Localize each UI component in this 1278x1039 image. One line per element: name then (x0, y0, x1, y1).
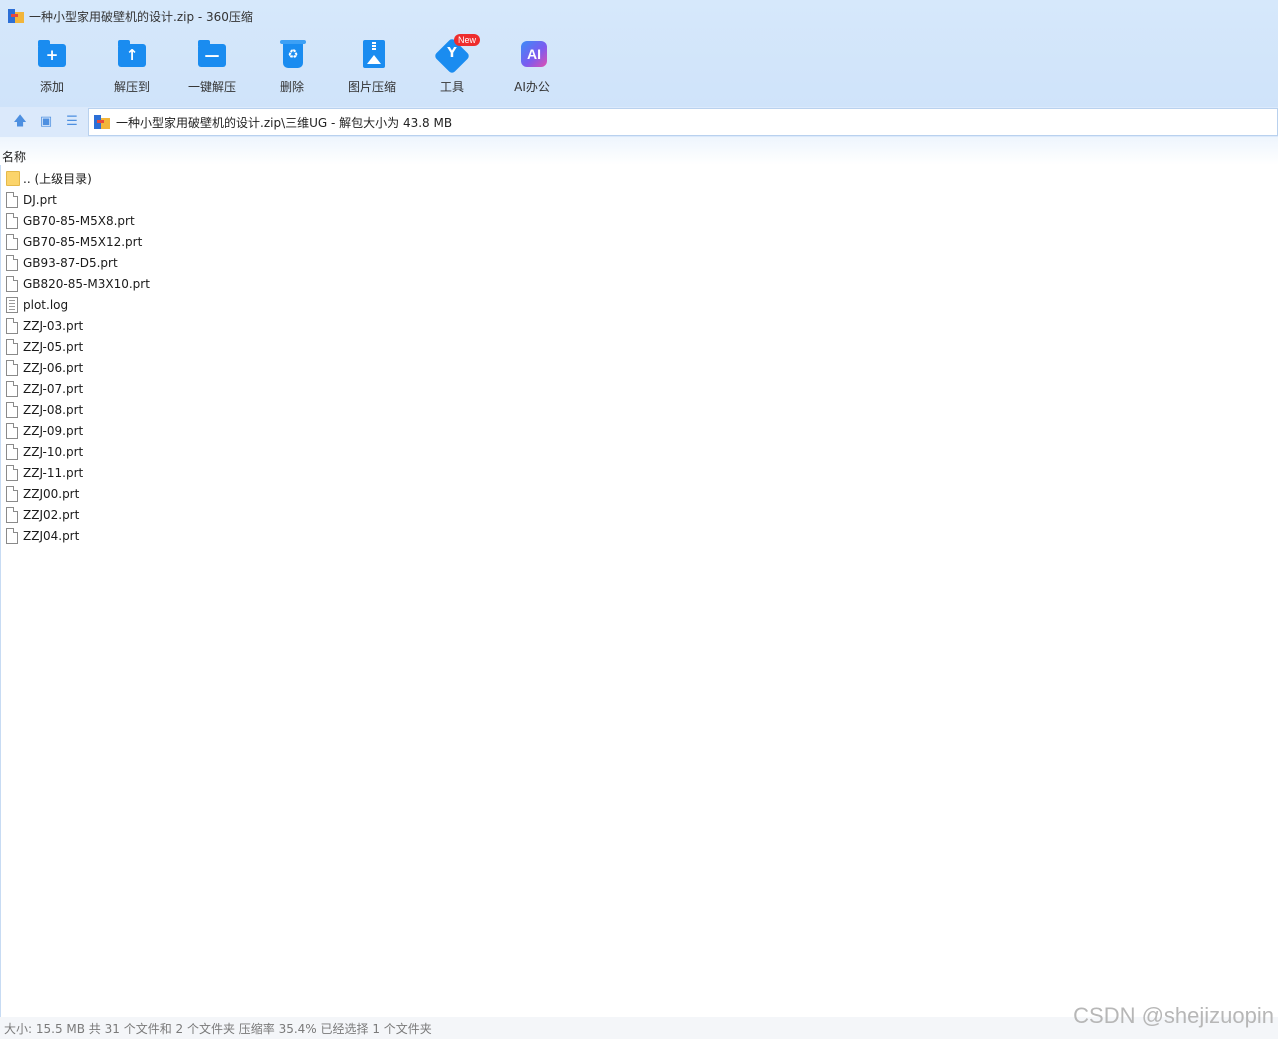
file-name: DJ.prt (23, 192, 57, 207)
file-name: ZZJ-11.prt (23, 465, 84, 480)
file-name: ZZJ-10.prt (23, 444, 84, 459)
file-row[interactable]: GB93-87-D5.prt (6, 252, 150, 273)
one-click-extract-label: 一键解压 (187, 80, 236, 94)
add-label: 添加 (39, 80, 64, 94)
file-name: ZZJ-06.prt (23, 360, 84, 375)
image-compress-button[interactable]: 图片压缩 (332, 36, 412, 98)
log-file-icon (6, 296, 19, 313)
file-name: ZZJ02.prt (23, 507, 80, 522)
toolbar-area: 一种小型家用破壁机的设计.zip - 360压缩 + 添加 ↑ 解压到 — 一键… (0, 0, 1278, 107)
file-row[interactable]: plot.log (6, 294, 150, 315)
title-bar: 一种小型家用破壁机的设计.zip - 360压缩 (0, 0, 1278, 32)
address-text: 一种小型家用破壁机的设计.zip\三维UG - 解包大小为 43.8 MB (116, 115, 453, 130)
toolbar: + 添加 ↑ 解压到 — 一键解压 ♻ 删除 图片压缩 Y New 工具 AI … (12, 34, 572, 98)
add-folder-icon: + (34, 36, 70, 72)
file-row[interactable]: ZZJ-10.prt (6, 441, 150, 462)
file-icon (6, 443, 19, 460)
status-text: 大小: 15.5 MB 共 31 个文件和 2 个文件夹 压缩率 35.4% 已… (4, 1021, 432, 1036)
list-border (0, 165, 1, 1017)
file-name: ZZJ04.prt (23, 528, 80, 543)
file-icon (6, 191, 19, 208)
add-button[interactable]: + 添加 (12, 36, 92, 98)
file-icon (6, 506, 19, 523)
file-row[interactable]: ZZJ-06.prt (6, 357, 150, 378)
ai-office-label: AI办公 (514, 80, 550, 94)
file-row[interactable]: ZZJ-08.prt (6, 399, 150, 420)
file-icon (6, 485, 19, 502)
file-row[interactable]: ZZJ02.prt (6, 504, 150, 525)
file-icon (6, 233, 19, 250)
file-name: GB820-85-M3X10.prt (23, 276, 150, 291)
file-name: ZZJ00.prt (23, 486, 80, 501)
one-click-extract-button[interactable]: — 一键解压 (172, 36, 252, 98)
file-row[interactable]: ZZJ00.prt (6, 483, 150, 504)
file-name: .. (上级目录) (23, 172, 92, 186)
file-list: .. (上级目录) DJ.prt GB70-85-M5X8.prt GB70-8… (6, 168, 150, 546)
archive-icon (94, 115, 110, 129)
one-click-extract-icon: — (194, 36, 230, 72)
extract-to-label: 解压到 (113, 80, 150, 94)
delete-label: 删除 (279, 80, 304, 94)
file-icon (6, 401, 19, 418)
file-icon (6, 212, 19, 229)
file-row[interactable]: DJ.prt (6, 189, 150, 210)
image-compress-icon (354, 36, 390, 72)
tools-label: 工具 (439, 80, 464, 94)
file-name: plot.log (23, 297, 69, 312)
name-column-label: 名称 (2, 150, 27, 164)
file-row[interactable]: ZZJ-05.prt (6, 336, 150, 357)
file-name: GB70-85-M5X8.prt (23, 213, 135, 228)
file-row[interactable]: ZZJ-07.prt (6, 378, 150, 399)
address-bar[interactable]: 一种小型家用破壁机的设计.zip\三维UG - 解包大小为 43.8 MB (88, 108, 1278, 136)
file-row[interactable]: ZZJ04.prt (6, 525, 150, 546)
extract-to-icon: ↑ (114, 36, 150, 72)
tools-button[interactable]: Y New 工具 (412, 34, 492, 98)
list-view-icon[interactable]: ☰ (63, 113, 81, 131)
thumbnail-view-icon[interactable]: ▣ (37, 113, 55, 131)
file-row[interactable]: ZZJ-09.prt (6, 420, 150, 441)
folder-icon (6, 170, 20, 187)
file-row[interactable]: ZZJ-03.prt (6, 315, 150, 336)
image-compress-label: 图片压缩 (347, 80, 396, 94)
archive-app-icon (8, 9, 24, 23)
file-icon (6, 422, 19, 439)
file-name: ZZJ-05.prt (23, 339, 84, 354)
file-icon (6, 527, 19, 544)
extract-to-button[interactable]: ↑ 解压到 (92, 36, 172, 98)
delete-button[interactable]: ♻ 删除 (252, 36, 332, 98)
parent-directory-row[interactable]: .. (上级目录) (6, 168, 150, 189)
file-icon (6, 464, 19, 481)
delete-icon: ♻ (274, 36, 310, 72)
name-column-header[interactable]: 名称 (0, 137, 1278, 165)
up-arrow-icon[interactable]: 🡅 (11, 113, 29, 131)
file-icon (6, 359, 19, 376)
file-name: ZZJ-03.prt (23, 318, 84, 333)
watermark: CSDN @shejizuopin (1073, 1003, 1274, 1028)
navigation-bar: 🡅 ▣ ☰ 一种小型家用破壁机的设计.zip\三维UG - 解包大小为 43.8… (0, 107, 1278, 137)
file-icon (6, 254, 19, 271)
file-name: ZZJ-08.prt (23, 402, 84, 417)
ai-office-icon: AI (514, 36, 550, 72)
file-icon (6, 275, 19, 292)
file-row[interactable]: GB820-85-M3X10.prt (6, 273, 150, 294)
ai-office-button[interactable]: AI AI办公 (492, 36, 572, 98)
file-name: ZZJ-09.prt (23, 423, 84, 438)
file-name: ZZJ-07.prt (23, 381, 84, 396)
file-icon (6, 380, 19, 397)
file-row[interactable]: GB70-85-M5X8.prt (6, 210, 150, 231)
file-row[interactable]: GB70-85-M5X12.prt (6, 231, 150, 252)
file-name: GB70-85-M5X12.prt (23, 234, 143, 249)
window-title: 一种小型家用破壁机的设计.zip - 360压缩 (29, 9, 253, 24)
file-icon (6, 317, 19, 334)
file-icon (6, 338, 19, 355)
new-badge: New (454, 34, 481, 46)
file-name: GB93-87-D5.prt (23, 255, 118, 270)
tools-icon: Y New (433, 34, 481, 75)
app-window: 一种小型家用破壁机的设计.zip - 360压缩 + 添加 ↑ 解压到 — 一键… (0, 0, 1278, 1039)
file-row[interactable]: ZZJ-11.prt (6, 462, 150, 483)
